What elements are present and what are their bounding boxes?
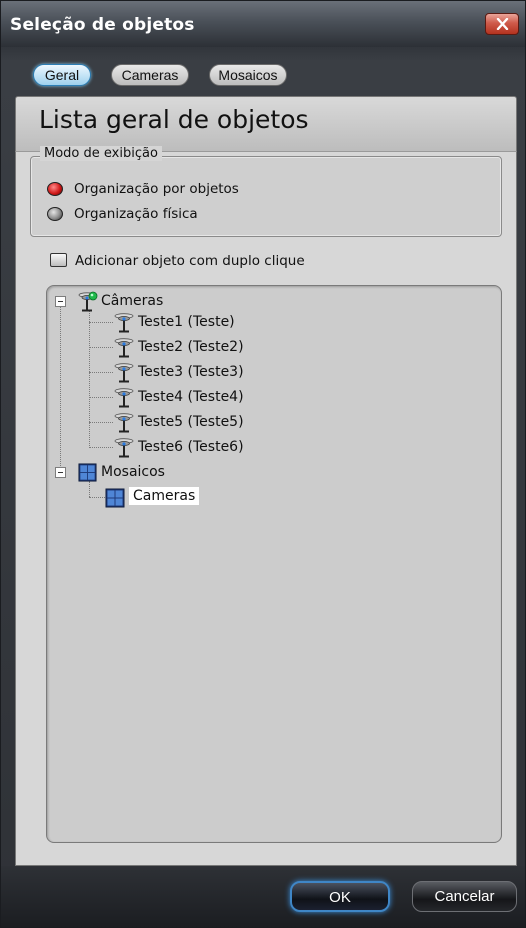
- tree-item-label: Teste2 (Teste2): [138, 339, 244, 355]
- object-selection-window: Seleção de objetos Geral Cameras Mosaico…: [0, 0, 526, 928]
- tree-connector: [89, 497, 105, 498]
- tree-connector: [89, 447, 113, 448]
- display-mode-legend: Modo de exibição: [40, 146, 162, 161]
- tree-item-label: Teste3 (Teste3): [138, 364, 244, 380]
- tab-cameras[interactable]: Cameras: [111, 64, 189, 86]
- tree-connector: [89, 397, 113, 398]
- camera-icon: [113, 412, 135, 434]
- radio-organize-by-objects[interactable]: Organização por objetos: [47, 180, 307, 200]
- tree-group-mosaicos[interactable]: Mosaicos: [55, 462, 255, 484]
- camera-icon: [113, 337, 135, 359]
- radio-unselected-icon[interactable]: [47, 207, 63, 221]
- tab-geral[interactable]: Geral: [33, 64, 91, 86]
- tree-item-camera[interactable]: Teste4 (Teste4): [113, 387, 333, 409]
- checkbox-label: Adicionar objeto com duplo clique: [75, 253, 305, 269]
- tree-item-label: Teste1 (Teste): [138, 314, 235, 330]
- tree-connector: [89, 322, 113, 323]
- tree-group-label: Câmeras: [101, 293, 164, 309]
- ok-button[interactable]: OK: [290, 881, 390, 912]
- camera-icon: [113, 312, 135, 334]
- header-panel: Lista geral de objetos: [15, 96, 517, 152]
- tab-mosaicos[interactable]: Mosaicos: [209, 64, 287, 86]
- checkbox-box[interactable]: [50, 253, 67, 267]
- tree-connector: [89, 311, 90, 446]
- tree-item-camera[interactable]: Teste3 (Teste3): [113, 362, 333, 384]
- tree-connector: [89, 372, 113, 373]
- tree-item-camera[interactable]: Teste6 (Teste6): [113, 437, 333, 459]
- camera-icon: [113, 362, 135, 384]
- tree-group-label: Mosaicos: [101, 464, 165, 480]
- add-on-double-click-checkbox[interactable]: Adicionar objeto com duplo clique: [50, 252, 350, 272]
- camera-icon: [113, 387, 135, 409]
- tree-item-label: Teste4 (Teste4): [138, 389, 244, 405]
- tree-item-camera[interactable]: Teste5 (Teste5): [113, 412, 333, 434]
- object-tree[interactable]: Câmeras Teste1 (Teste) Teste2 (Teste2) T…: [46, 285, 502, 843]
- close-icon: [496, 18, 509, 30]
- tree-connector: [60, 304, 61, 472]
- collapse-toggle-icon[interactable]: [55, 467, 66, 478]
- close-button[interactable]: [485, 13, 519, 35]
- mosaic-grid-icon: [105, 488, 125, 508]
- page-title: Lista geral de objetos: [39, 105, 309, 134]
- radio-label: Organização por objetos: [74, 181, 239, 197]
- tree-group-cameras[interactable]: Câmeras: [55, 291, 255, 313]
- display-mode-group: Modo de exibição Organização por objetos…: [30, 146, 502, 237]
- tree-connector: [89, 422, 113, 423]
- collapse-toggle-icon[interactable]: [55, 296, 66, 307]
- tree-item-mosaic[interactable]: Cameras: [105, 487, 285, 509]
- tree-item-label: Teste5 (Teste5): [138, 414, 244, 430]
- tree-connector: [89, 347, 113, 348]
- tree-item-camera[interactable]: Teste1 (Teste): [113, 312, 333, 334]
- title-bar: Seleção de objetos: [1, 1, 525, 47]
- tree-item-label: Cameras: [129, 487, 200, 505]
- tree-item-label: Teste6 (Teste6): [138, 439, 244, 455]
- mosaic-grid-icon: [78, 463, 97, 482]
- camera-group-icon: [76, 291, 98, 313]
- radio-selected-icon[interactable]: [47, 182, 63, 196]
- radio-physical-organization[interactable]: Organização física: [47, 205, 307, 225]
- radio-label: Organização física: [74, 206, 198, 222]
- tree-item-camera[interactable]: Teste2 (Teste2): [113, 337, 333, 359]
- window-title: Seleção de objetos: [10, 15, 195, 35]
- cancel-button[interactable]: Cancelar: [412, 881, 517, 912]
- camera-icon: [113, 437, 135, 459]
